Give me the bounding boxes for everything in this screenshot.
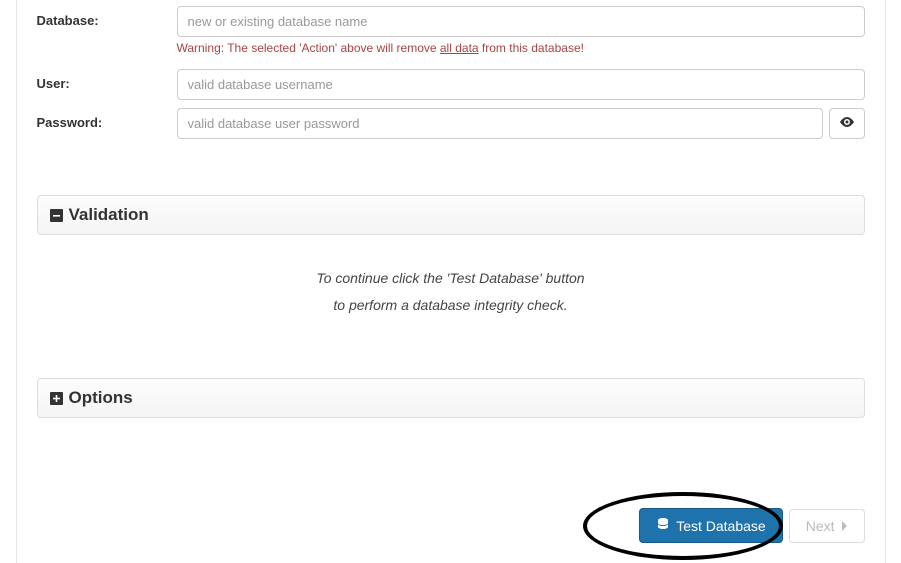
database-input[interactable] — [177, 6, 865, 37]
toggle-password-button[interactable] — [829, 108, 865, 139]
next-button[interactable]: Next — [789, 509, 865, 543]
warning-post: from this database! — [479, 41, 584, 55]
minus-square-icon — [50, 209, 63, 222]
test-database-label: Test Database — [676, 518, 766, 534]
options-toggle[interactable]: Options — [50, 388, 852, 408]
chevron-right-icon — [841, 518, 848, 534]
test-database-button[interactable]: Test Database — [639, 508, 783, 543]
validation-panel: Validation — [37, 195, 865, 235]
plus-square-icon — [50, 392, 63, 405]
validation-message: To continue click the 'Test Database' bu… — [37, 265, 865, 318]
password-input[interactable] — [177, 108, 823, 139]
password-label: Password: — [37, 108, 177, 130]
eye-icon — [839, 114, 855, 133]
database-label: Database: — [37, 6, 177, 28]
user-label: User: — [37, 69, 177, 91]
warning-link: all data — [440, 41, 479, 55]
next-label: Next — [806, 518, 835, 534]
warning-pre: Warning: The selected 'Action' above wil… — [177, 41, 440, 55]
validation-toggle[interactable]: Validation — [50, 205, 852, 225]
options-title: Options — [69, 388, 133, 408]
validation-title: Validation — [69, 205, 149, 225]
options-panel: Options — [37, 378, 865, 418]
database-warning: Warning: The selected 'Action' above wil… — [177, 41, 865, 55]
user-input[interactable] — [177, 69, 865, 100]
database-icon — [656, 517, 670, 534]
